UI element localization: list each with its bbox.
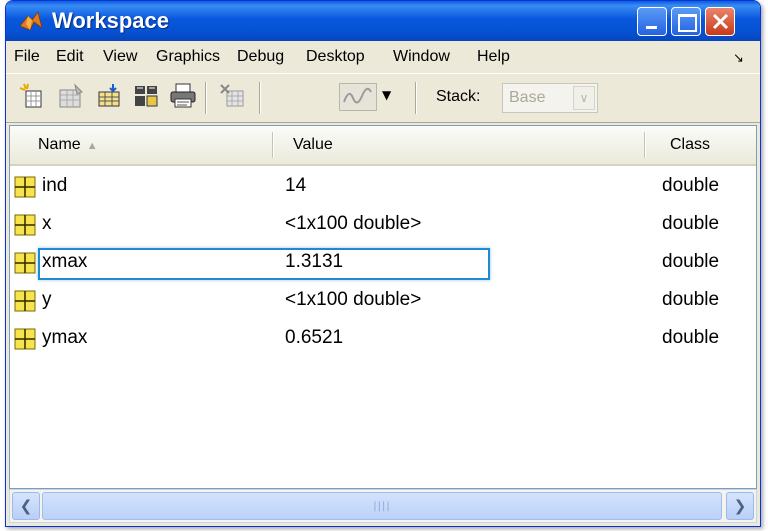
column-header-class[interactable]: Class	[670, 126, 710, 164]
variable-matrix-icon	[14, 252, 36, 274]
minimize-button[interactable]	[637, 7, 667, 36]
chevron-down-icon[interactable]: ∨	[573, 86, 595, 110]
variable-class: double	[662, 327, 720, 348]
variable-name: ind	[42, 175, 68, 196]
menu-help[interactable]: Help	[477, 48, 510, 66]
variable-class: double	[662, 175, 720, 196]
variable-value: 14	[285, 175, 307, 196]
chevron-right-icon: ❯	[733, 497, 747, 515]
variable-name: y	[42, 289, 52, 310]
matlab-logo-icon	[19, 11, 43, 31]
column-header-name[interactable]: Name ▲	[38, 126, 98, 164]
menu-debug[interactable]: Debug	[237, 48, 284, 66]
menu-file[interactable]: File	[14, 48, 40, 66]
title-bar[interactable]: Workspace	[6, 1, 760, 41]
delete-icon[interactable]	[219, 82, 247, 110]
minimize-icon	[646, 26, 657, 29]
menu-edit[interactable]: Edit	[56, 48, 84, 66]
variable-class: double	[662, 213, 720, 234]
plot-button[interactable]	[339, 83, 377, 111]
toolbar-separator	[259, 82, 261, 114]
variable-name: ymax	[42, 327, 88, 348]
chevron-left-icon: ❮	[19, 497, 33, 515]
variable-name: x	[42, 213, 52, 234]
menu-graphics[interactable]: Graphics	[156, 48, 220, 66]
table-row[interactable]: ymax 0.6521 double	[10, 322, 756, 358]
column-header-value[interactable]: Value	[293, 126, 333, 164]
print-icon[interactable]	[169, 82, 197, 110]
menu-desktop[interactable]: Desktop	[306, 48, 365, 66]
table-row[interactable]: x <1x100 double> double	[10, 208, 756, 244]
variable-class: double	[662, 289, 720, 310]
variable-value: 1.3131	[285, 251, 344, 272]
variable-matrix-icon	[14, 290, 36, 312]
table-row-selected[interactable]: xmax 1.3131 double	[10, 246, 756, 282]
maximize-button[interactable]	[671, 7, 701, 36]
scroll-thumb[interactable]: ||||	[42, 492, 722, 520]
import-data-icon[interactable]	[95, 82, 123, 110]
variable-matrix-icon	[14, 176, 36, 198]
plot-icon	[343, 87, 372, 104]
close-icon	[712, 13, 729, 30]
plot-dropdown-icon[interactable]: ▼	[382, 88, 391, 102]
scroll-grip-icon: ||||	[373, 501, 391, 512]
stack-label: Stack:	[436, 88, 481, 105]
table-row[interactable]: y <1x100 double> double	[10, 284, 756, 320]
menu-window[interactable]: Window	[393, 48, 450, 66]
column-divider[interactable]	[272, 132, 274, 158]
variable-value: 0.6521	[285, 327, 344, 348]
stack-select[interactable]: Base ∨	[502, 83, 598, 113]
workspace-table: Name ▲ Value Class ind 14 double x <1x100…	[9, 125, 757, 489]
new-variable-icon[interactable]	[18, 82, 46, 110]
horizontal-scrollbar[interactable]: ❮ |||| ❯	[9, 489, 757, 523]
undock-arrow-icon[interactable]: ↘	[733, 50, 744, 66]
menu-view[interactable]: View	[103, 48, 137, 66]
stack-select-value: Base	[509, 89, 546, 106]
scroll-right-button[interactable]: ❯	[726, 492, 754, 520]
table-row[interactable]: ind 14 double	[10, 170, 756, 206]
scroll-left-button[interactable]: ❮	[12, 492, 40, 520]
maximize-icon	[678, 14, 697, 32]
sort-ascending-icon: ▲	[86, 140, 98, 152]
close-button[interactable]	[705, 7, 735, 36]
menu-bar: File Edit View Graphics Debug Desktop Wi…	[6, 41, 760, 73]
selection-focus-rect	[38, 248, 490, 280]
variable-matrix-icon	[14, 328, 36, 350]
variable-matrix-icon	[14, 214, 36, 236]
column-divider[interactable]	[644, 132, 646, 158]
save-icon[interactable]	[132, 82, 160, 110]
variable-value: <1x100 double>	[285, 213, 422, 234]
toolbar-separator	[205, 82, 207, 114]
toolbar-separator	[415, 82, 417, 114]
table-header: Name ▲ Value Class	[10, 126, 756, 166]
workspace-window: Workspace File Edit View Graphics Debug …	[5, 0, 761, 527]
variable-name: xmax	[42, 251, 88, 272]
variable-value: <1x100 double>	[285, 289, 422, 310]
toolbar: ▼ Stack: Base ∨	[6, 73, 760, 123]
window-title: Workspace	[52, 8, 169, 33]
variable-class: double	[662, 251, 720, 272]
open-variable-icon[interactable]	[57, 82, 85, 110]
